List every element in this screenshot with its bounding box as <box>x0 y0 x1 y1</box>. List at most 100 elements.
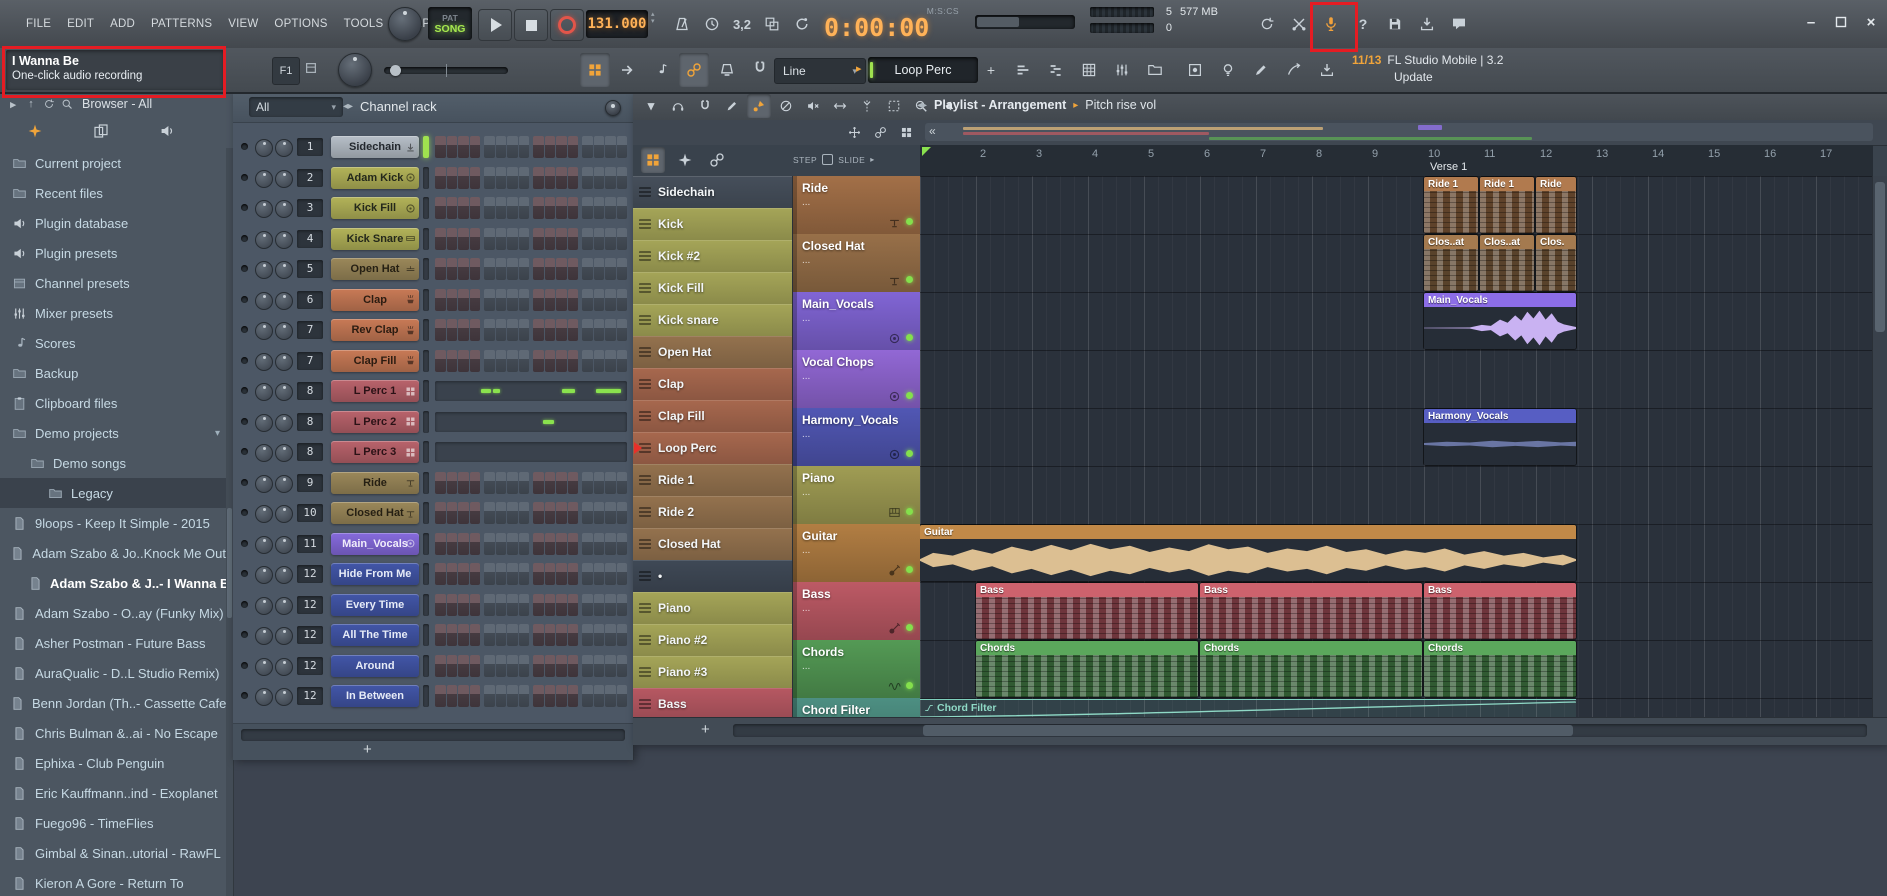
speaker-icon[interactable] <box>10 214 28 232</box>
master-pitch-slider[interactable] <box>384 67 508 74</box>
step-cell[interactable] <box>507 136 518 158</box>
step-cell[interactable] <box>519 258 530 280</box>
step-cell[interactable] <box>458 624 469 646</box>
channel-led[interactable] <box>241 387 248 394</box>
pan-knob[interactable] <box>255 597 273 615</box>
search-icon[interactable] <box>58 94 76 114</box>
step-cell[interactable] <box>605 594 616 616</box>
mixer-track-number[interactable]: 1 <box>297 138 323 156</box>
mixer-icon[interactable] <box>1107 53 1137 87</box>
mixer-track-number[interactable]: 12 <box>297 565 323 583</box>
maximize-icon[interactable] <box>1828 10 1854 34</box>
save-icon[interactable] <box>1380 7 1410 41</box>
step-cell[interactable] <box>519 594 530 616</box>
step-cell[interactable] <box>458 563 469 585</box>
menu-edit[interactable]: EDIT <box>59 18 102 30</box>
step-cell[interactable] <box>519 197 530 219</box>
step-cell[interactable] <box>605 472 616 494</box>
step-cell[interactable] <box>617 228 628 250</box>
step-cell[interactable] <box>435 502 446 524</box>
caret-down-icon[interactable]: ▾ <box>651 18 655 25</box>
playlist-clip[interactable]: Ride <box>1536 177 1576 233</box>
pan-knob[interactable] <box>255 414 273 432</box>
detach-icon[interactable]: ◂▸ <box>917 100 927 111</box>
step-cell[interactable] <box>568 258 579 280</box>
picker-item[interactable]: Piano <box>633 592 792 625</box>
step-cell[interactable] <box>533 624 544 646</box>
picker-item[interactable]: • <box>633 560 792 593</box>
channel-button[interactable]: Rev Clap <box>331 319 419 341</box>
blend-recording-icon[interactable] <box>758 9 786 39</box>
step-cell[interactable] <box>594 197 605 219</box>
step-cell[interactable] <box>556 624 567 646</box>
volume-knob[interactable] <box>275 688 293 706</box>
step-cell[interactable] <box>556 289 567 311</box>
step-cell[interactable] <box>435 319 446 341</box>
add-channel-button[interactable]: + <box>363 741 372 758</box>
step-cell[interactable] <box>447 655 458 677</box>
step-cell[interactable] <box>435 655 446 677</box>
playlist-icon[interactable] <box>1008 53 1038 87</box>
step-cell[interactable] <box>605 655 616 677</box>
step-cell[interactable] <box>545 655 556 677</box>
menu-view[interactable]: VIEW <box>220 18 266 30</box>
picker-item[interactable]: Closed Hat <box>633 528 792 561</box>
step-cell[interactable] <box>435 594 446 616</box>
menu-options[interactable]: OPTIONS <box>266 18 335 30</box>
menu-add[interactable]: ADD <box>102 18 143 30</box>
step-cell[interactable] <box>568 228 579 250</box>
step-toggle-icon[interactable] <box>822 154 833 165</box>
step-cell[interactable] <box>545 228 556 250</box>
mixer-icon[interactable] <box>10 304 28 322</box>
mixer-track-number[interactable]: 12 <box>297 626 323 644</box>
step-cell[interactable] <box>507 197 518 219</box>
picker-item[interactable]: Ride 2 <box>633 496 792 529</box>
step-cell[interactable] <box>594 655 605 677</box>
browser-item[interactable]: Mixer presets <box>0 298 226 328</box>
channel-button[interactable]: L Perc 1 <box>331 380 419 402</box>
note-preview-icon[interactable] <box>646 53 676 87</box>
tempo-display[interactable]: 131.000 <box>586 10 648 38</box>
step-cell[interactable] <box>594 472 605 494</box>
slice-icon[interactable] <box>855 94 879 118</box>
browser-item[interactable]: Plugin presets <box>0 238 226 268</box>
track-led[interactable] <box>906 218 913 225</box>
channel-select-strip[interactable] <box>423 350 429 372</box>
smart-find-icon[interactable] <box>1279 53 1309 87</box>
playlist-timeline[interactable]: 234567891011121314151617Verse 1 <box>920 145 1873 177</box>
slider-thumb[interactable] <box>390 65 401 76</box>
channel-select-strip[interactable] <box>423 289 429 311</box>
step-cell[interactable] <box>458 136 469 158</box>
picker-item[interactable]: Loop Perc <box>633 432 792 465</box>
step-cell[interactable] <box>533 167 544 189</box>
step-cell[interactable] <box>533 563 544 585</box>
playlist-clip[interactable]: Bass <box>1424 583 1576 639</box>
step-cell[interactable] <box>617 350 628 372</box>
volume-knob[interactable] <box>275 200 293 218</box>
step-cell[interactable] <box>470 258 481 280</box>
channel-button[interactable]: Around <box>331 655 419 677</box>
browser-item[interactable]: Gimbal & Sinan..utorial - RawFL <box>0 838 226 868</box>
pianoroll-preview[interactable] <box>435 381 627 401</box>
mixer-track-number[interactable]: 8 <box>297 443 323 461</box>
step-cell[interactable] <box>533 197 544 219</box>
step-cell[interactable] <box>519 685 530 707</box>
track-led[interactable] <box>906 450 913 457</box>
file-icon[interactable] <box>10 814 28 832</box>
step-cell[interactable] <box>519 533 530 555</box>
channel-filter-dropdown[interactable]: All ▾ <box>249 97 343 117</box>
track-header-vocal-chops[interactable]: Vocal Chops... <box>793 350 921 409</box>
step-cell[interactable] <box>496 289 507 311</box>
step-cell[interactable] <box>605 258 616 280</box>
playlist-clip[interactable]: Harmony_Vocals <box>1424 409 1576 465</box>
volume-knob[interactable] <box>275 414 293 432</box>
channel-led[interactable] <box>241 570 248 577</box>
mixer-track-number[interactable]: 4 <box>297 230 323 248</box>
step-cell[interactable] <box>617 258 628 280</box>
follow-playback-icon[interactable] <box>613 53 643 87</box>
close-icon[interactable]: × <box>1858 10 1884 34</box>
step-cell[interactable] <box>496 533 507 555</box>
browser-item[interactable]: Kieron A Gore - Return To <box>0 868 226 896</box>
step-cell[interactable] <box>470 594 481 616</box>
picker-item[interactable]: Piano #2 <box>633 624 792 657</box>
